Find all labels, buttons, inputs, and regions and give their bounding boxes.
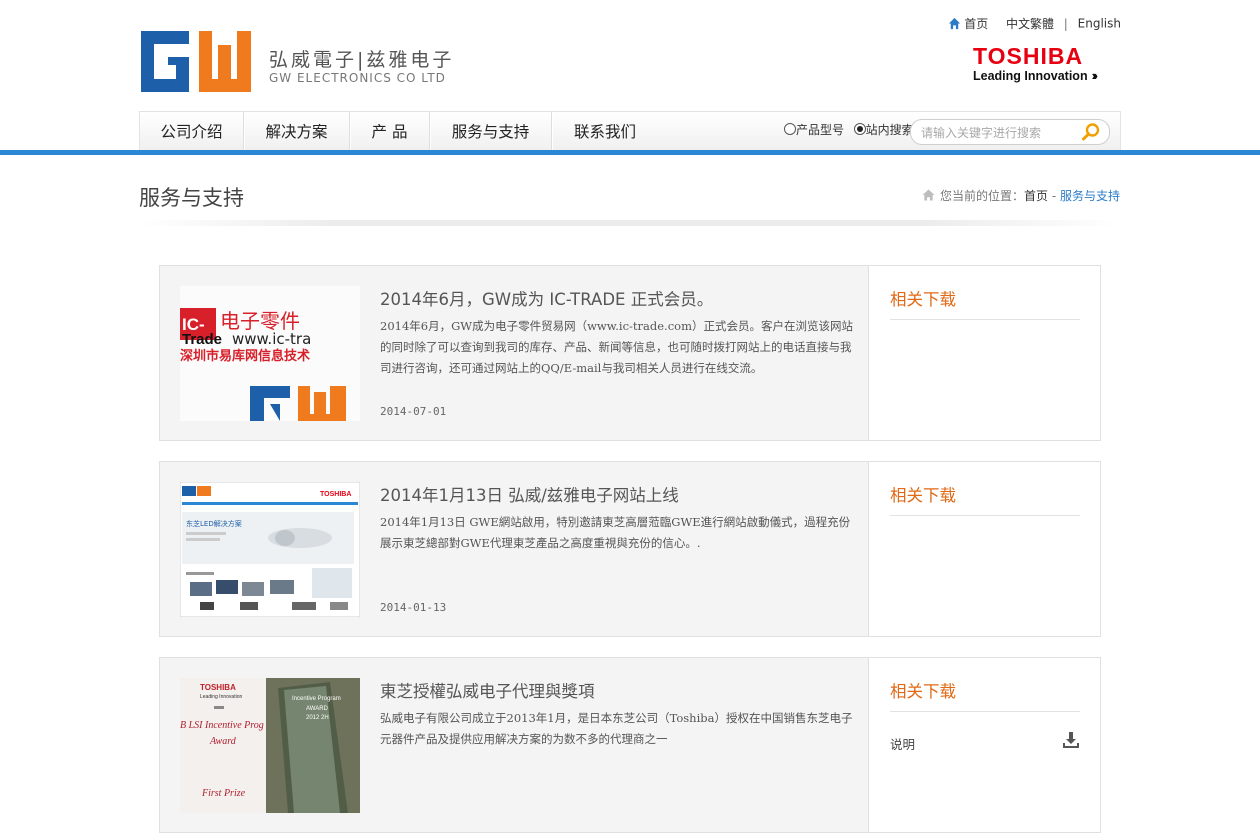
website-screenshot-thumbnail: TOSHIBA 东芝LED解决方案 (180, 482, 360, 617)
top-links: 首页 中文繁體 | English (948, 15, 1121, 32)
news-description: 弘威电子有限公司成立于2013年1月，是日本东芝公司（Toshiba）授权在中国… (380, 711, 853, 746)
news-thumbnail[interactable]: TOSHIBA Leading Innovation B LSI Incenti… (180, 678, 360, 813)
svg-text:Award: Award (209, 736, 237, 747)
logo-english-name: GW ELECTRONICS CO LTD (269, 71, 446, 85)
news-thumbnail[interactable]: TOSHIBA 东芝LED解决方案 (180, 482, 360, 617)
breadcrumb: 您当前的位置：首页 - 服务与支持 (922, 187, 1120, 204)
nav-underline (0, 150, 1260, 155)
svg-text:深圳市易库网信息技术: 深圳市易库网信息技术 (180, 348, 310, 364)
news-card-main: IC- Trade 电子零件 www.ic-tra 深圳市易库网信息技术 201… (160, 266, 869, 440)
nav-item-products[interactable]: 产 品 (350, 112, 430, 150)
radio-site-search[interactable] (853, 123, 866, 135)
related-downloads-title: 相关下载 (890, 486, 956, 505)
top-link-separator: | (1063, 16, 1068, 31)
search-type: 产品型号 站内搜索 (784, 121, 914, 138)
toshiba-wordmark: TOSHIBA (973, 43, 1084, 69)
svg-text:2012 2H: 2012 2H (306, 715, 329, 721)
top-link-traditional[interactable]: 中文繁體 (1006, 17, 1054, 31)
svg-text:Leading Innovation: Leading Innovation (200, 694, 242, 700)
breadcrumb-prefix: 您当前的位置： (939, 189, 1024, 203)
news-card: IC- Trade 电子零件 www.ic-tra 深圳市易库网信息技术 201… (159, 265, 1101, 441)
breadcrumb-current[interactable]: 服务与支持 (1060, 189, 1120, 203)
related-downloads: 相关下载 说明 (869, 658, 1100, 832)
svg-text:B LSI Incentive Prog: B LSI Incentive Prog (180, 720, 264, 731)
radio-product-label: 产品型号 (796, 123, 845, 137)
news-card: TOSHIBA Leading Innovation B LSI Incenti… (159, 657, 1101, 833)
related-downloads: 相关下载 (869, 462, 1100, 636)
news-title[interactable]: 2014年6月，GW成为 IC-TRADE 正式会员。 (380, 286, 713, 310)
news-date: 2014-07-01 (380, 405, 447, 418)
toshiba-logo[interactable]: TOSHIBA Leading Innovation ››› (973, 44, 1113, 84)
breadcrumb-home[interactable]: 首页 (1024, 189, 1048, 203)
home-icon (949, 17, 961, 30)
search-box (910, 119, 1110, 145)
related-downloads: 相关下载 (869, 266, 1100, 440)
news-date: 2014-01-13 (380, 601, 447, 614)
radio-product-model[interactable] (784, 123, 796, 135)
news-card-main: TOSHIBA 东芝LED解决方案 2014年1月13日 弘威/兹雅电子网站上线… (160, 462, 869, 636)
news-card-main: TOSHIBA Leading Innovation B LSI Incenti… (160, 658, 869, 832)
chevrons-icon: ››› (1091, 69, 1098, 83)
nav-item-solutions[interactable]: 解决方案 (244, 112, 350, 150)
toshiba-tagline: Leading Innovation ››› (973, 69, 1098, 83)
page-title: 服务与支持 (139, 186, 244, 210)
nav-item-contact[interactable]: 联系我们 (552, 112, 658, 150)
news-title[interactable]: 2014年1月13日 弘威/兹雅电子网站上线 (380, 482, 679, 506)
nav-item-support[interactable]: 服务与支持 (430, 112, 552, 150)
gw-logo-mark (141, 31, 251, 92)
ic-trade-thumbnail-image: IC- Trade 电子零件 www.ic-tra 深圳市易库网信息技术 (180, 286, 360, 421)
search-icon[interactable] (1081, 122, 1101, 142)
downloads-divider (890, 711, 1080, 712)
nav-item-company[interactable]: 公司介绍 (140, 112, 244, 150)
downloads-divider (890, 319, 1080, 320)
award-photo-thumbnail: TOSHIBA Leading Innovation B LSI Incenti… (180, 678, 360, 813)
site-logo[interactable]: 弘威電子|兹雅电子 GW ELECTRONICS CO LTD (141, 31, 451, 93)
news-description: 2014年6月，GW成为电子零件贸易网（www.ic-trade.com）正式会… (380, 319, 853, 375)
top-link-english[interactable]: English (1078, 17, 1121, 31)
download-item[interactable]: 说明 (890, 731, 1080, 753)
downloads-divider (890, 515, 1080, 516)
svg-text:First Prize: First Prize (201, 788, 246, 799)
news-description: 2014年1月13日 GWE網站啟用，特別邀請東芝高層蒞臨GWE進行網站啟動儀式… (380, 515, 851, 550)
logo-chinese-name: 弘威電子|兹雅电子 (269, 49, 455, 71)
related-downloads-title: 相关下载 (890, 682, 956, 701)
top-link-home[interactable]: 首页 (964, 17, 988, 31)
related-downloads-title: 相关下载 (890, 290, 956, 309)
title-divider (139, 220, 1121, 226)
download-item-label: 说明 (890, 737, 916, 752)
svg-text:www.ic-tra: www.ic-tra (232, 330, 311, 348)
svg-text:Incentive Program: Incentive Program (292, 696, 341, 702)
breadcrumb-separator: - (1048, 189, 1060, 203)
radio-site-label: 站内搜索 (865, 123, 914, 137)
breadcrumb-home-icon (922, 189, 935, 201)
svg-text:东芝LED解决方案: 东芝LED解决方案 (186, 519, 242, 528)
download-icon[interactable] (1062, 731, 1080, 749)
svg-text:TOSHIBA: TOSHIBA (320, 491, 351, 498)
news-title[interactable]: 東芝授權弘威电子代理與獎項 (380, 678, 595, 702)
news-thumbnail[interactable]: IC- Trade 电子零件 www.ic-tra 深圳市易库网信息技术 (180, 286, 360, 421)
svg-text:TOSHIBA: TOSHIBA (200, 683, 236, 692)
news-card: TOSHIBA 东芝LED解决方案 2014年1月13日 弘威/兹雅电子网站上线… (159, 461, 1101, 637)
svg-text:AWARD: AWARD (306, 706, 329, 712)
svg-text:Trade: Trade (182, 331, 222, 348)
search-input[interactable] (919, 123, 1078, 143)
